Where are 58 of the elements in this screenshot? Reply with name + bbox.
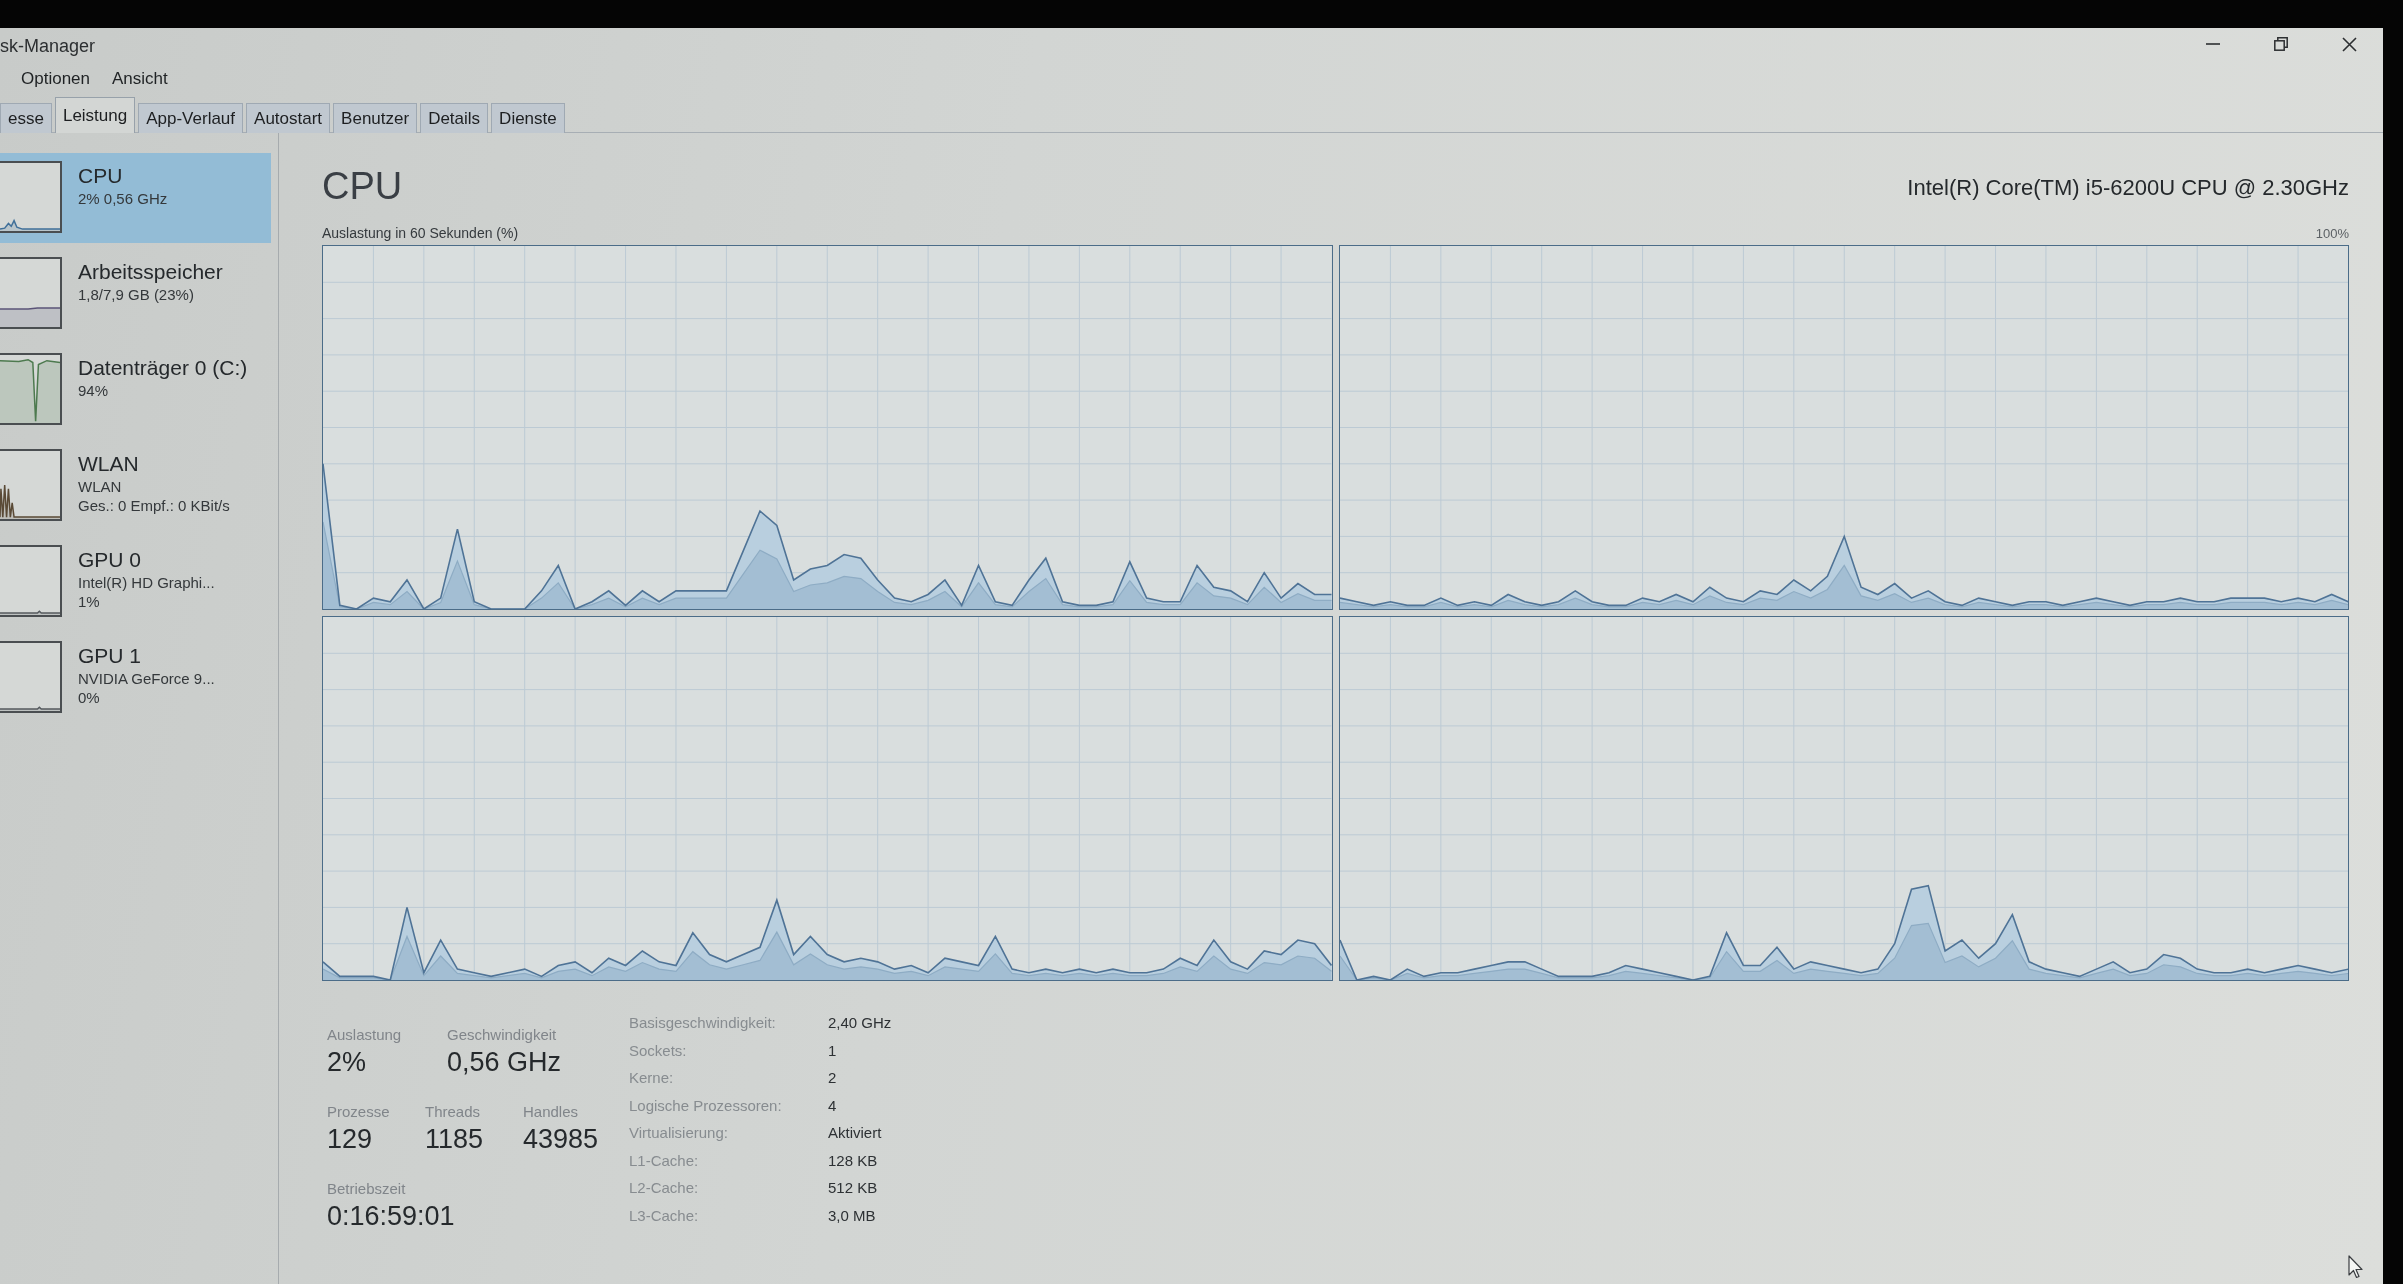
stat-label: Threads: [425, 1102, 482, 1122]
detail-value: 2,40 GHz: [828, 1014, 892, 1032]
stat-value: 1185: [425, 1123, 485, 1156]
menu-item[interactable]: Ansicht: [112, 69, 168, 89]
stat-value: 0:16:59:01: [327, 1200, 455, 1233]
sparkline-icon: [0, 449, 62, 521]
sidebar-item[interactable]: CPU 2% 0,56 GHz: [0, 153, 271, 243]
stat-value: 0,56 GHz: [447, 1046, 562, 1079]
tab[interactable]: App-Verlauf: [138, 103, 244, 133]
detail-label: L2-Cache:: [629, 1179, 699, 1197]
menu-item[interactable]: Optionen: [21, 69, 90, 89]
detail-label: Sockets:: [629, 1041, 687, 1059]
stat-label: Betriebszeit: [327, 1179, 407, 1199]
stat-value: 2%: [327, 1046, 368, 1079]
stat-value: 129: [327, 1123, 374, 1156]
detail-label: Kerne:: [629, 1069, 674, 1087]
minimize-icon: [2206, 43, 2220, 45]
stat-label: Geschwindigkeit: [447, 1025, 558, 1045]
sidebar-item[interactable]: Arbeitsspeicher 1,8/7,9 GB (23%): [0, 249, 271, 339]
detail-label: L1-Cache:: [629, 1151, 699, 1169]
tab[interactable]: Details: [420, 103, 489, 133]
tab[interactable]: Benutzer: [333, 103, 418, 133]
cpu-model-name: Intel(R) Core(TM) i5-6200U CPU @ 2.30GHz: [1907, 174, 2349, 202]
axis-max-label: 100%: [2315, 225, 2349, 243]
sparkline-icon: [0, 353, 62, 425]
stat-label: Auslastung: [327, 1025, 403, 1045]
sparkline-icon: [0, 545, 62, 617]
detail-value: 4: [828, 1096, 837, 1114]
restore-icon: [2274, 37, 2288, 51]
detail-value: Aktiviert: [828, 1124, 882, 1142]
stat-label: Handles: [523, 1102, 580, 1122]
sidebar-item[interactable]: GPU 0 Intel(R) HD Graphi... 1%: [0, 537, 271, 627]
stat-label: Prozesse: [327, 1102, 391, 1122]
detail-value: 1: [828, 1041, 837, 1059]
window-title: sk-Manager: [0, 35, 96, 58]
sidebar-item[interactable]: GPU 1 NVIDIA GeForce 9... 0%: [0, 633, 271, 723]
sidebar-item[interactable]: Datenträger 0 (C:) 94%: [0, 345, 271, 435]
stat-value: 43985: [523, 1123, 600, 1156]
detail-value: 512 KB: [828, 1179, 878, 1197]
tab[interactable]: Dienste: [491, 103, 565, 133]
detail-label: Logische Prozessoren:: [629, 1096, 782, 1114]
detail-label: Virtualisierung:: [629, 1124, 728, 1142]
sparkline-icon: [0, 641, 62, 713]
detail-label: L3-Cache:: [629, 1206, 699, 1224]
detail-label: Basisgeschwindigkeit:: [629, 1014, 776, 1032]
sparkline-icon: [0, 161, 62, 233]
tab[interactable]: Leistung: [54, 97, 136, 133]
close-icon: [2341, 36, 2357, 52]
graph-caption: Auslastung in 60 Sekunden (%): [322, 224, 519, 243]
tab[interactable]: esse: [0, 103, 52, 133]
sidebar-item[interactable]: WLAN WLAN Ges.: 0 Empf.: 0 KBit/s: [0, 441, 271, 531]
detail-value: 2: [828, 1069, 837, 1087]
detail-value: 3,0 MB: [828, 1206, 876, 1224]
panel-title: CPU: [322, 164, 403, 209]
tab[interactable]: Autostart: [246, 103, 331, 133]
detail-value: 128 KB: [828, 1151, 878, 1169]
sparkline-icon: [0, 257, 62, 329]
cursor-icon: [2348, 1255, 2364, 1279]
